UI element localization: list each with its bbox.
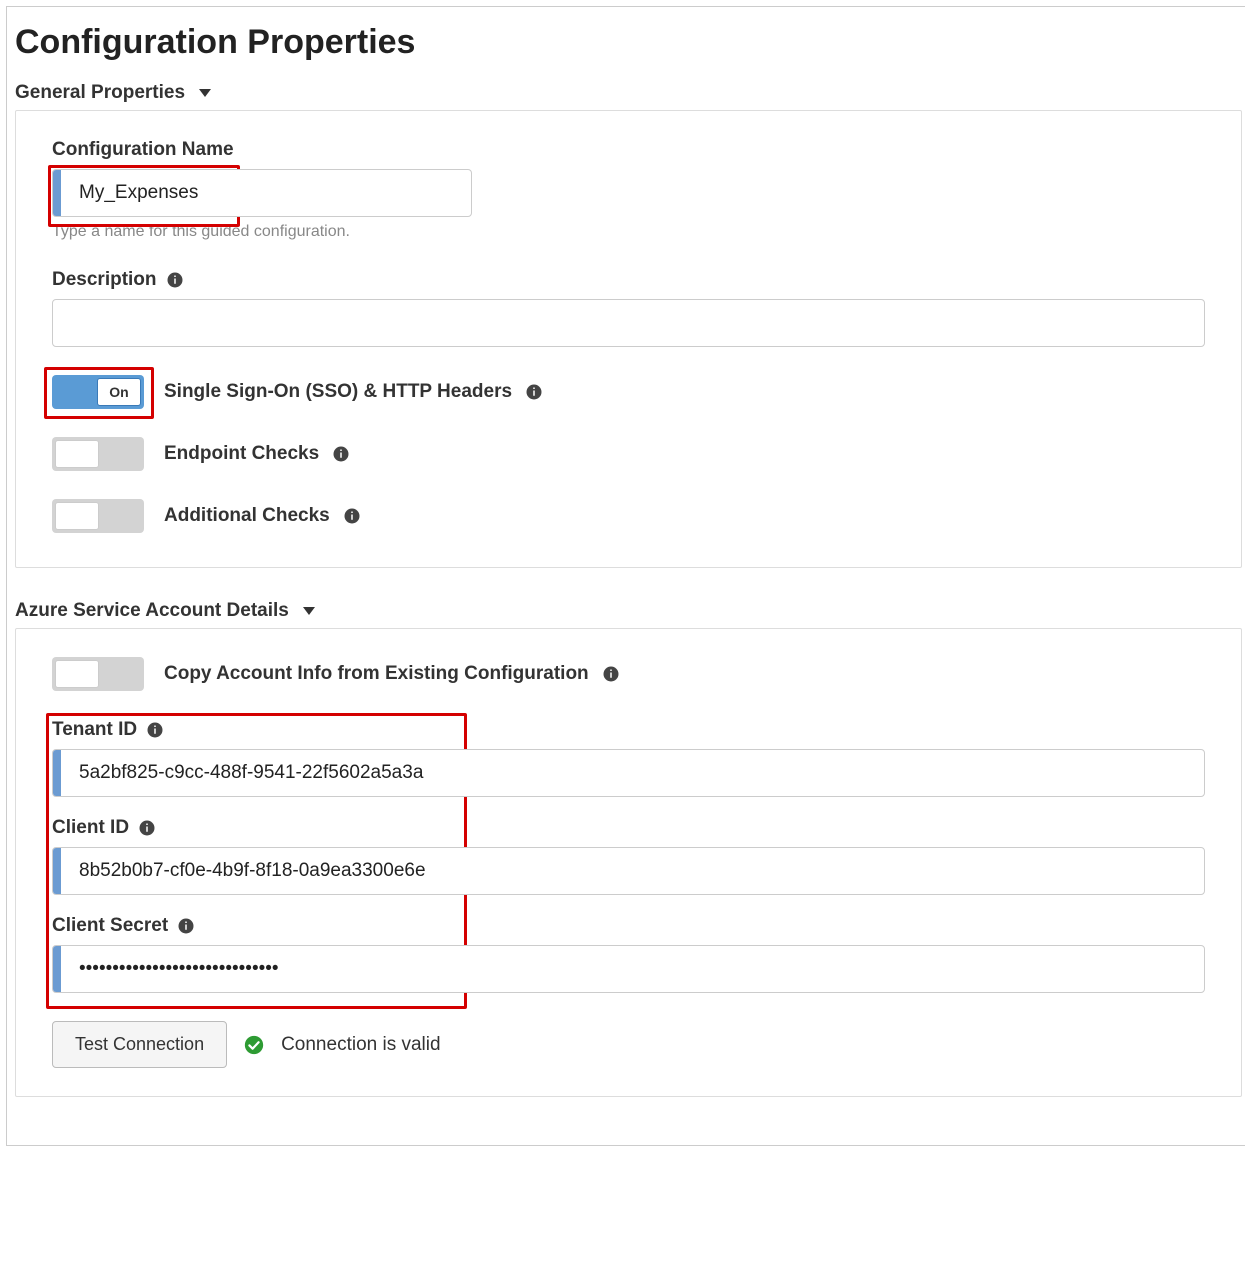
chevron-down-icon — [303, 607, 315, 615]
toggle-row-copy-existing: Copy Account Info from Existing Configur… — [52, 657, 1205, 691]
tenant-id-input[interactable] — [61, 750, 1204, 796]
config-name-input-wrap — [52, 169, 472, 217]
sso-toggle-label: Single Sign-On (SSO) & HTTP Headers — [164, 381, 544, 403]
info-icon[interactable] — [137, 818, 157, 838]
client-id-input-wrap — [52, 847, 1205, 895]
field-config-name: Configuration Name Type a name for this … — [52, 139, 1205, 241]
check-circle-icon — [243, 1034, 265, 1056]
highlight-config-name — [52, 169, 1205, 217]
copy-existing-toggle-handle — [55, 660, 99, 688]
test-connection-button[interactable]: Test Connection — [52, 1021, 227, 1068]
sso-toggle-label-text: Single Sign-On (SSO) & HTTP Headers — [164, 381, 512, 403]
copy-existing-label-text: Copy Account Info from Existing Configur… — [164, 663, 589, 685]
info-icon[interactable] — [524, 382, 544, 402]
copy-existing-toggle[interactable] — [52, 657, 144, 691]
endpoint-toggle[interactable] — [52, 437, 144, 471]
chevron-down-icon — [199, 89, 211, 97]
field-tenant-id: Tenant ID — [52, 719, 1205, 797]
section-header-general[interactable]: General Properties — [15, 82, 1242, 104]
info-icon[interactable] — [342, 506, 362, 526]
panel-azure: Copy Account Info from Existing Configur… — [15, 628, 1242, 1097]
input-accent — [53, 848, 61, 894]
endpoint-toggle-label-text: Endpoint Checks — [164, 443, 319, 465]
client-id-label-text: Client ID — [52, 817, 129, 839]
endpoint-toggle-label: Endpoint Checks — [164, 443, 351, 465]
highlight-azure-fields: Tenant ID Client ID — [52, 719, 1205, 993]
client-secret-input-wrap — [52, 945, 1205, 993]
info-icon[interactable] — [331, 444, 351, 464]
description-label-text: Description — [52, 269, 157, 291]
info-icon[interactable] — [145, 720, 165, 740]
config-name-input[interactable] — [61, 170, 471, 216]
additional-toggle-label-text: Additional Checks — [164, 505, 330, 527]
field-description: Description — [52, 269, 1205, 347]
config-name-label: Configuration Name — [52, 139, 1205, 161]
info-icon[interactable] — [176, 916, 196, 936]
input-accent — [53, 170, 61, 216]
additional-toggle-label: Additional Checks — [164, 505, 362, 527]
tenant-id-label-text: Tenant ID — [52, 719, 137, 741]
additional-toggle-handle — [55, 502, 99, 530]
connection-status: Connection is valid — [281, 1034, 440, 1056]
input-accent — [53, 750, 61, 796]
field-client-id: Client ID — [52, 817, 1205, 895]
additional-toggle[interactable] — [52, 499, 144, 533]
toggle-row-sso: On Single Sign-On (SSO) & HTTP Headers — [52, 375, 1205, 409]
input-accent — [53, 946, 61, 992]
sso-toggle-handle: On — [97, 378, 141, 406]
config-name-help: Type a name for this guided configuratio… — [52, 223, 1205, 241]
field-client-secret: Client Secret — [52, 915, 1205, 993]
description-input[interactable] — [52, 299, 1205, 347]
endpoint-toggle-handle — [55, 440, 99, 468]
highlight-sso-toggle: On — [52, 375, 144, 409]
tenant-id-input-wrap — [52, 749, 1205, 797]
sso-toggle[interactable]: On — [52, 375, 144, 409]
info-icon[interactable] — [601, 664, 621, 684]
section-header-general-label: General Properties — [15, 82, 185, 104]
page-title: Configuration Properties — [15, 23, 1242, 62]
toggle-row-additional: Additional Checks — [52, 499, 1205, 533]
copy-existing-label: Copy Account Info from Existing Configur… — [164, 663, 621, 685]
client-id-input[interactable] — [61, 848, 1204, 894]
section-header-azure[interactable]: Azure Service Account Details — [15, 600, 1242, 622]
connection-row: Test Connection Connection is valid — [52, 1021, 1205, 1068]
panel-general: Configuration Name Type a name for this … — [15, 110, 1242, 568]
client-secret-input[interactable] — [61, 946, 1204, 992]
section-header-azure-label: Azure Service Account Details — [15, 600, 289, 622]
client-id-label: Client ID — [52, 817, 1205, 839]
client-secret-label-text: Client Secret — [52, 915, 168, 937]
description-label: Description — [52, 269, 1205, 291]
tenant-id-label: Tenant ID — [52, 719, 1205, 741]
toggle-row-endpoint: Endpoint Checks — [52, 437, 1205, 471]
page-container: Configuration Properties General Propert… — [6, 6, 1245, 1146]
info-icon[interactable] — [165, 270, 185, 290]
client-secret-label: Client Secret — [52, 915, 1205, 937]
